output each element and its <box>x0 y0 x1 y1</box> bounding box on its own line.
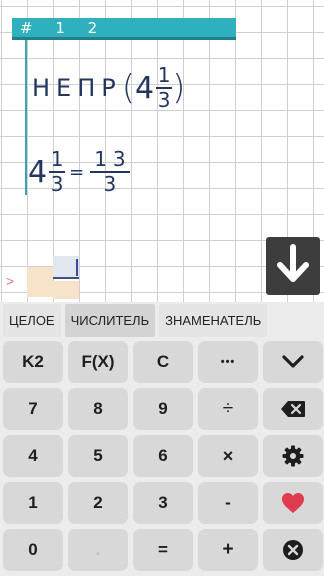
digit-9-key[interactable]: 9 <box>133 388 193 430</box>
margin-line <box>25 40 27 195</box>
settings-key[interactable] <box>263 435 323 477</box>
digit-2-key[interactable]: 2 <box>68 482 128 524</box>
fraction-numerator: 1 <box>157 63 171 88</box>
digit-1-key[interactable]: 1 <box>3 482 63 524</box>
mode-numerator-button[interactable]: ЧИСЛИТЕЛЬ <box>64 304 156 337</box>
mode-denominator-button[interactable]: ЗНАМЕНАТЕЛЬ <box>159 304 268 337</box>
gear-icon <box>282 445 304 467</box>
decimal-point-key[interactable]: . <box>68 529 128 571</box>
digit-0-key[interactable]: 0 <box>3 529 63 571</box>
digit-8-key[interactable]: 8 <box>68 388 128 430</box>
calculator-screen: # 1 2 НЕПР ( 4 1 3 ) 4 1 3 = 13 3 > ЦЕЛО… <box>0 0 324 576</box>
input-marker: > <box>6 273 15 289</box>
arrow-down-icon <box>276 243 310 289</box>
close-icon <box>282 539 304 561</box>
result-mixed-denominator: 3 <box>50 171 64 196</box>
clear-key[interactable]: C <box>133 341 193 383</box>
text-caret <box>76 259 78 276</box>
plus-key[interactable]: + <box>198 529 258 571</box>
input-whole-cell[interactable] <box>27 267 53 297</box>
heart-icon <box>281 492 305 514</box>
function-key[interactable]: F(X) <box>68 341 128 383</box>
scroll-down-button[interactable] <box>266 237 320 295</box>
improper-numerator: 13 <box>94 147 132 172</box>
digit-6-key[interactable]: 6 <box>133 435 193 477</box>
minus-key[interactable]: - <box>198 482 258 524</box>
keypad: K2 F(X) C ••• 7 8 9 ÷ 4 5 6 × 1 2 3 - 0 … <box>3 341 323 571</box>
open-paren: ( <box>121 68 135 108</box>
mode-whole-button[interactable]: ЦЕЛОЕ <box>3 304 61 337</box>
task-number-header: # 1 2 <box>12 18 236 40</box>
divide-key[interactable]: ÷ <box>198 388 258 430</box>
input-denominator-cell[interactable] <box>53 281 79 299</box>
keyboard: ЦЕЛОЕ ЧИСЛИТЕЛЬ ЗНАМЕНАТЕЛЬ K2 F(X) C ••… <box>0 302 324 576</box>
chevron-down-icon <box>281 354 305 370</box>
equals-sign: = <box>69 161 85 183</box>
improper-fraction: 13 3 <box>88 149 131 195</box>
more-key[interactable]: ••• <box>198 341 258 383</box>
result-mixed-fraction: 1 3 <box>49 147 66 196</box>
backspace-key[interactable] <box>263 388 323 430</box>
backspace-icon <box>280 400 306 418</box>
result-mixed-whole: 4 <box>28 154 48 190</box>
k2-key[interactable]: K2 <box>3 341 63 383</box>
digit-5-key[interactable]: 5 <box>68 435 128 477</box>
improper-denominator: 3 <box>103 171 117 196</box>
multiply-key[interactable]: × <box>198 435 258 477</box>
close-key[interactable] <box>263 529 323 571</box>
digit-7-key[interactable]: 7 <box>3 388 63 430</box>
input-mode-bar: ЦЕЛОЕ ЧИСЛИТЕЛЬ ЗНАМЕНАТЕЛЬ <box>3 304 268 337</box>
digit-4-key[interactable]: 4 <box>3 435 63 477</box>
function-name: НЕПР <box>32 74 122 102</box>
grid-workspace: # 1 2 НЕПР ( 4 1 3 ) 4 1 3 = 13 3 > <box>0 0 324 302</box>
fraction-denominator: 3 <box>157 87 171 112</box>
result-equation: 4 1 3 = 13 3 <box>28 146 132 198</box>
digit-3-key[interactable]: 3 <box>133 482 193 524</box>
mixed-whole: 4 <box>135 70 155 106</box>
favorite-key[interactable] <box>263 482 323 524</box>
collapse-key[interactable] <box>263 341 323 383</box>
close-paren: ) <box>172 68 186 108</box>
mixed-fraction: 1 3 <box>156 63 173 112</box>
equals-key[interactable]: = <box>133 529 193 571</box>
result-mixed-numerator: 1 <box>50 147 64 172</box>
function-expression: НЕПР ( 4 1 3 ) <box>32 63 186 112</box>
